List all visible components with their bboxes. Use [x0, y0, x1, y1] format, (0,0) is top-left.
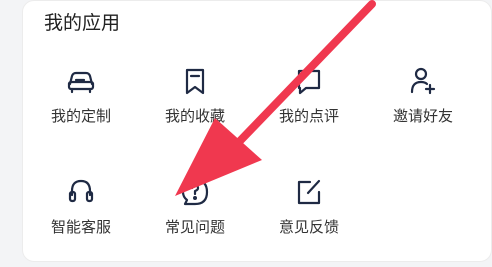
comment-icon — [292, 64, 326, 98]
app-feedback[interactable]: 意见反馈 — [254, 175, 364, 255]
app-label: 意见反馈 — [278, 218, 339, 236]
section-title: 我的应用 — [44, 12, 121, 34]
app-my-reviews[interactable]: 我的点评 — [254, 64, 364, 144]
app-smart-customer-service[interactable]: 智能客服 — [26, 175, 136, 255]
car-edit-icon — [64, 64, 98, 98]
feedback-edit-icon — [292, 175, 326, 209]
app-label: 我的定制 — [50, 107, 111, 125]
app-label: 智能客服 — [50, 218, 111, 236]
question-bubble-icon — [178, 175, 212, 209]
add-user-icon — [406, 64, 440, 98]
app-faq[interactable]: 常见问题 — [140, 175, 250, 255]
headset-icon — [64, 175, 98, 209]
app-label: 我的收藏 — [164, 107, 225, 125]
app-my-customization[interactable]: 我的定制 — [26, 64, 136, 144]
app-my-favorites[interactable]: 我的收藏 — [140, 64, 250, 144]
app-invite-friends[interactable]: 邀请好友 — [368, 64, 478, 144]
app-label: 我的点评 — [278, 107, 339, 125]
app-label: 邀请好友 — [392, 107, 453, 125]
bookmark-icon — [178, 64, 212, 98]
app-label: 常见问题 — [164, 218, 225, 236]
